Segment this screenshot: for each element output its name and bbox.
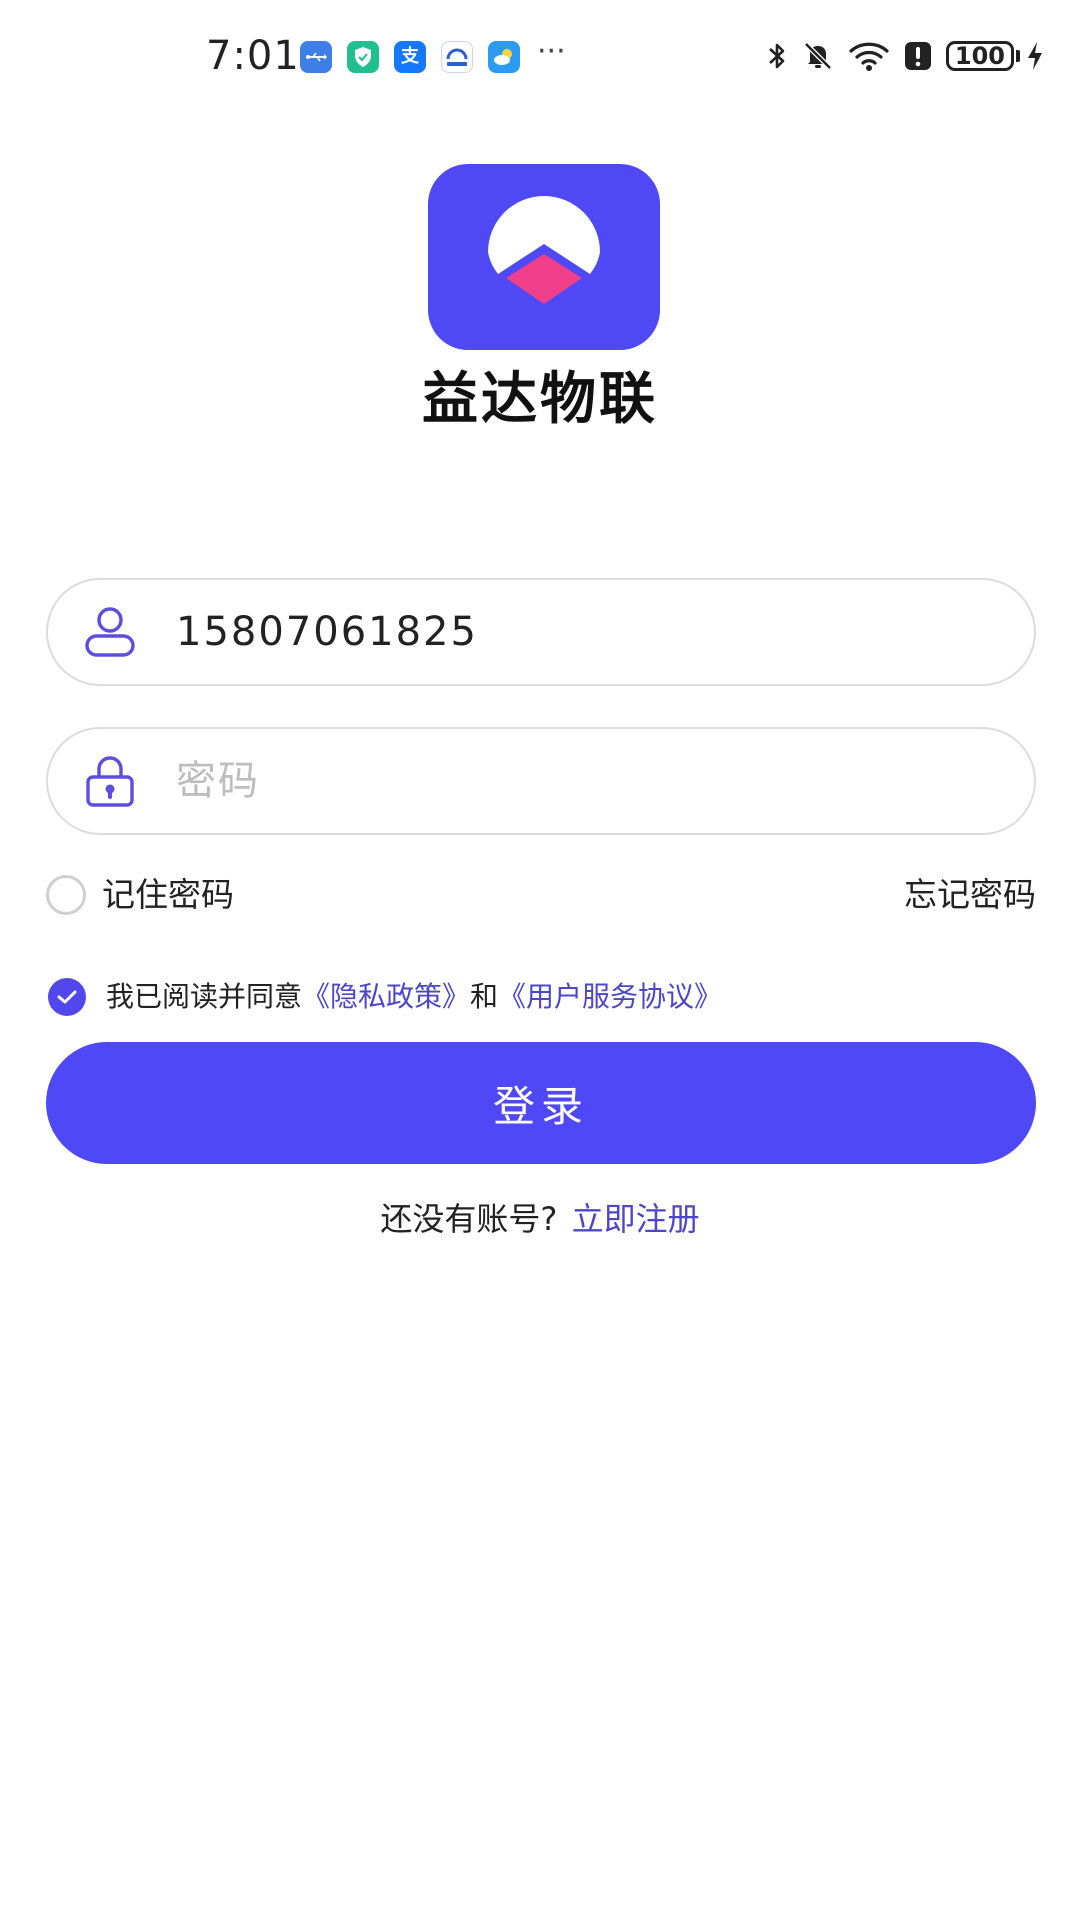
usb-icon — [300, 41, 332, 73]
notification-icons: 支 ··· — [300, 34, 566, 74]
phone-field[interactable] — [46, 578, 1036, 686]
password-field[interactable] — [46, 727, 1036, 835]
login-button[interactable]: 登录 — [46, 1042, 1036, 1164]
weather-icon — [488, 41, 520, 73]
bluetooth-icon — [766, 40, 788, 72]
terms-of-service-link[interactable]: 《用户服务协议》 — [498, 976, 722, 1018]
forgot-password-link[interactable]: 忘记密码 — [904, 872, 1036, 918]
register-link[interactable]: 立即注册 — [572, 1200, 700, 1238]
remember-password-toggle[interactable]: 记住密码 — [46, 872, 234, 918]
alert-icon — [904, 41, 932, 71]
system-icons: 100 — [752, 38, 1044, 74]
register-prompt: 还没有账号? — [380, 1200, 558, 1238]
agreement-prefix: 我已阅读并同意 — [106, 980, 303, 1013]
agreement-connector: 和 — [470, 980, 499, 1013]
alipay-icon: 支 — [394, 41, 426, 73]
more-notifications-icon: ··· — [537, 34, 566, 69]
lock-icon — [82, 753, 138, 809]
battery-tip — [1016, 50, 1020, 62]
privacy-policy-link[interactable]: 《隐私政策》 — [302, 976, 470, 1018]
remember-radio-icon[interactable] — [46, 875, 86, 915]
password-input[interactable] — [176, 729, 996, 833]
remember-password-label: 记住密码 — [102, 875, 234, 914]
status-bar: 7:01 支 ··· 100 — [0, 0, 1080, 110]
app-logo — [428, 164, 660, 350]
wifi-icon — [848, 40, 890, 72]
agreement-row: 我已阅读并同意 《隐私政策》 和 《用户服务协议》 — [48, 976, 722, 1018]
security-shield-icon — [347, 41, 379, 73]
charging-icon — [1026, 40, 1044, 72]
app-notification-icon — [441, 41, 473, 73]
check-icon — [57, 990, 77, 1004]
phone-input[interactable] — [176, 580, 996, 684]
mute-bell-icon — [802, 40, 834, 72]
battery-indicator: 100 — [945, 41, 1020, 71]
battery-level: 100 — [945, 41, 1014, 71]
status-time: 7:01 — [206, 33, 300, 79]
alipay-icon-glyph: 支 — [401, 46, 419, 67]
agreement-checkbox[interactable] — [48, 978, 86, 1016]
user-icon — [82, 604, 138, 660]
register-row: 还没有账号? 立即注册 — [0, 1196, 1080, 1242]
app-name: 益达物联 — [422, 367, 658, 432]
